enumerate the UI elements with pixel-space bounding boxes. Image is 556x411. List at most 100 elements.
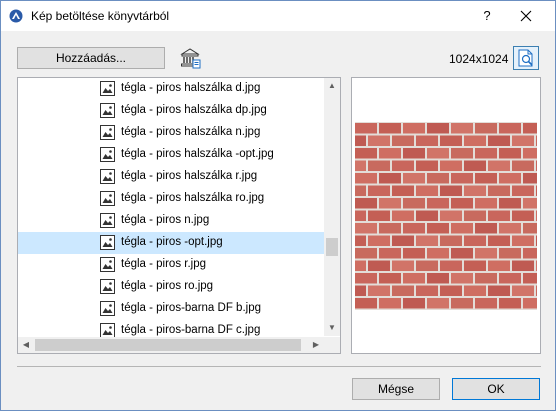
- brick: [416, 235, 438, 246]
- brick: [451, 198, 473, 209]
- brick: [512, 260, 534, 271]
- brick: [355, 298, 377, 309]
- brick: [368, 135, 390, 146]
- brick: [427, 148, 449, 159]
- file-list-item[interactable]: tégla - piros halszálka -opt.jpg: [18, 144, 324, 166]
- brick: [536, 135, 537, 146]
- brick: [403, 123, 425, 134]
- brick: [440, 210, 462, 221]
- file-list-item[interactable]: tégla - piros ro.jpg: [18, 276, 324, 298]
- brick: [416, 160, 438, 171]
- brick: [440, 285, 462, 296]
- brick: [440, 135, 462, 146]
- image-file-icon: [100, 301, 115, 316]
- file-list-item[interactable]: tégla - piros halszálka dp.jpg: [18, 100, 324, 122]
- library-button[interactable]: [178, 46, 202, 70]
- brick: [475, 223, 497, 234]
- brick: [427, 123, 449, 134]
- scroll-up-arrow-icon[interactable]: ▲: [324, 78, 340, 94]
- brick: [355, 173, 377, 184]
- brick: [523, 148, 537, 159]
- file-list-item[interactable]: tégla - piros halszálka r.jpg: [18, 166, 324, 188]
- brick: [368, 285, 390, 296]
- brick: [416, 135, 438, 146]
- brick: [368, 160, 390, 171]
- file-list-item[interactable]: tégla - piros-barna DF b.jpg: [18, 298, 324, 320]
- brick: [536, 185, 537, 196]
- scroll-down-arrow-icon[interactable]: ▼: [324, 320, 340, 336]
- help-button[interactable]: ?: [475, 6, 499, 26]
- brick: [512, 135, 534, 146]
- brick: [440, 185, 462, 196]
- brick: [440, 260, 462, 271]
- brick: [403, 148, 425, 159]
- brick: [392, 135, 414, 146]
- brick: [499, 223, 521, 234]
- file-name: tégla - piros halszálka n.jpg: [121, 126, 261, 138]
- brick: [475, 123, 497, 134]
- brick: [368, 185, 390, 196]
- brick: [464, 235, 486, 246]
- image-file-icon: [100, 213, 115, 228]
- image-size-label: 1024x1024: [449, 52, 509, 66]
- brick: [355, 135, 366, 146]
- brick: [512, 185, 534, 196]
- brick: [464, 285, 486, 296]
- brick: [512, 160, 534, 171]
- brick: [355, 248, 377, 259]
- file-name: tégla - piros halszálka r.jpg: [121, 170, 258, 182]
- scroll-left-arrow-icon[interactable]: ◀: [18, 337, 34, 353]
- brick: [403, 198, 425, 209]
- file-list[interactable]: tégla - piros halszálka d.jpg tégla - pir…: [17, 77, 341, 354]
- file-list-item[interactable]: tégla - piros r.jpg: [18, 254, 324, 276]
- brick: [512, 285, 534, 296]
- brick: [464, 160, 486, 171]
- file-list-item[interactable]: tégla - piros halszálka n.jpg: [18, 122, 324, 144]
- vertical-scrollbar[interactable]: ▲ ▼: [324, 78, 340, 336]
- brick: [392, 235, 414, 246]
- file-list-item[interactable]: tégla - piros halszálka ro.jpg: [18, 188, 324, 210]
- brick: [392, 285, 414, 296]
- brick: [451, 173, 473, 184]
- horizontal-scroll-thumb[interactable]: [35, 339, 301, 351]
- brick: [427, 223, 449, 234]
- close-button[interactable]: [511, 6, 541, 26]
- file-name: tégla - piros -opt.jpg: [121, 236, 223, 248]
- brick: [403, 273, 425, 284]
- vertical-scroll-thumb[interactable]: [326, 238, 338, 256]
- file-list-item[interactable]: tégla - piros n.jpg: [18, 210, 324, 232]
- brick: [416, 285, 438, 296]
- brick: [440, 235, 462, 246]
- horizontal-scrollbar[interactable]: ◀ ▶: [18, 337, 324, 353]
- brick: [536, 160, 537, 171]
- brick: [451, 223, 473, 234]
- brick: [392, 260, 414, 271]
- cancel-button[interactable]: Mégse: [352, 378, 440, 400]
- image-file-icon: [100, 147, 115, 162]
- brick: [392, 160, 414, 171]
- file-name: tégla - piros ro.jpg: [121, 280, 214, 292]
- brick: [499, 248, 521, 259]
- image-file-icon: [100, 235, 115, 250]
- divider: [17, 366, 541, 367]
- brick: [427, 248, 449, 259]
- close-icon: [520, 10, 532, 22]
- ok-button[interactable]: OK: [452, 378, 540, 400]
- file-name: tégla - piros halszálka -opt.jpg: [121, 148, 274, 160]
- add-button[interactable]: Hozzáadás...: [17, 47, 165, 69]
- brick: [355, 273, 377, 284]
- file-name: tégla - piros-barna DF c.jpg: [121, 324, 261, 336]
- brick: [488, 260, 510, 271]
- preview-toggle-button[interactable]: [513, 46, 539, 70]
- brick: [475, 273, 497, 284]
- brick: [523, 223, 537, 234]
- file-list-item[interactable]: tégla - piros halszálka d.jpg: [18, 78, 324, 100]
- brick: [464, 210, 486, 221]
- brick: [488, 160, 510, 171]
- brick: [475, 198, 497, 209]
- scroll-right-arrow-icon[interactable]: ▶: [308, 337, 324, 353]
- brick: [475, 148, 497, 159]
- brick: [355, 235, 366, 246]
- file-list-item[interactable]: tégla - piros -opt.jpg: [18, 232, 324, 254]
- brick: [523, 298, 537, 309]
